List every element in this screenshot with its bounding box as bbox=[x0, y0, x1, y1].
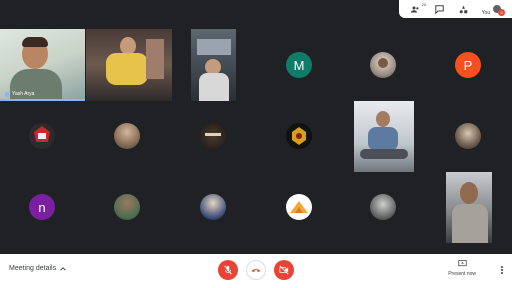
meet-call-screen: 20 You 5 Yash Arya M P n Meeting details… bbox=[0, 0, 512, 288]
participant-shirt bbox=[106, 53, 148, 85]
participant-photo-5[interactable] bbox=[370, 52, 396, 78]
video-tile-participant-11[interactable] bbox=[354, 101, 414, 172]
crest-logo-icon bbox=[292, 127, 306, 145]
video-tile-yash-arya[interactable]: Yash Arya bbox=[0, 29, 85, 101]
more-vert-icon bbox=[501, 266, 503, 268]
participant-photo-7[interactable] bbox=[29, 123, 55, 149]
participant-name: Yash Arya bbox=[12, 91, 35, 97]
notification-badge: 5 bbox=[498, 9, 506, 16]
chat-icon bbox=[435, 4, 444, 14]
present-now-label: Present now bbox=[448, 271, 476, 277]
participant-shirt bbox=[199, 73, 229, 101]
active-speaker-indicator bbox=[0, 99, 85, 101]
activities-button[interactable] bbox=[455, 2, 473, 16]
participant-avatar-m[interactable]: M bbox=[286, 52, 312, 78]
participant-avatar-p[interactable]: P bbox=[455, 52, 481, 78]
avatar-letter: M bbox=[293, 57, 305, 73]
bottom-control-bar: Meeting details Present now bbox=[0, 254, 512, 288]
hang-up-icon bbox=[251, 268, 261, 273]
participant-photo-14[interactable] bbox=[114, 194, 140, 220]
participant-legs bbox=[360, 149, 408, 159]
participant-face bbox=[376, 111, 390, 127]
top-info-bar: 20 You 5 bbox=[399, 0, 512, 18]
microphone-toggle-button[interactable] bbox=[218, 260, 238, 280]
mic-off-icon bbox=[224, 265, 232, 275]
participant-photo-16[interactable] bbox=[286, 194, 312, 220]
people-icon bbox=[410, 6, 419, 12]
participant-avatar-n[interactable]: n bbox=[29, 194, 55, 220]
participant-photo-8[interactable] bbox=[114, 123, 140, 149]
participant-photo-10[interactable] bbox=[286, 123, 312, 149]
present-now-button[interactable]: Present now bbox=[448, 259, 476, 277]
meeting-details-label: Meeting details bbox=[9, 265, 57, 272]
mountain-logo-icon bbox=[290, 201, 308, 213]
participants-button[interactable]: 20 bbox=[406, 2, 427, 16]
participant-shirt bbox=[368, 127, 398, 151]
meeting-details-button[interactable]: Meeting details bbox=[9, 265, 66, 272]
chat-button[interactable] bbox=[430, 2, 448, 16]
you-label: You bbox=[481, 9, 491, 16]
avatar-letter: n bbox=[38, 199, 46, 215]
background-object bbox=[146, 39, 164, 79]
participant-name-tag: Yash Arya bbox=[5, 91, 34, 97]
participant-shirt bbox=[452, 204, 488, 243]
chevron-up-icon bbox=[60, 266, 66, 271]
video-tile-participant-3[interactable] bbox=[191, 29, 236, 101]
participant-photo-15[interactable] bbox=[200, 194, 226, 220]
video-tile-participant-2[interactable] bbox=[86, 29, 172, 101]
video-tile-participant-18[interactable] bbox=[446, 172, 492, 243]
participant-face bbox=[460, 182, 478, 204]
background-object bbox=[197, 39, 231, 55]
more-options-button[interactable] bbox=[501, 266, 503, 274]
more-vert-dot bbox=[501, 272, 503, 274]
participant-photo-12[interactable] bbox=[455, 123, 481, 149]
participant-hair bbox=[22, 37, 48, 47]
camera-toggle-button[interactable] bbox=[274, 260, 294, 280]
speaking-mic-icon bbox=[5, 91, 9, 97]
participants-count: 20 bbox=[421, 2, 427, 7]
activities-icon bbox=[459, 5, 468, 13]
avatar-letter: P bbox=[463, 57, 473, 73]
participant-face bbox=[378, 58, 388, 68]
leave-call-button[interactable] bbox=[246, 260, 266, 280]
participant-photo-9[interactable] bbox=[200, 123, 226, 149]
participant-photo-17[interactable] bbox=[370, 194, 396, 220]
avatar: 5 bbox=[492, 4, 506, 16]
logo-text-mark bbox=[205, 133, 221, 136]
more-vert-dot bbox=[501, 269, 503, 271]
camera-off-icon bbox=[279, 265, 289, 275]
gaming-logo-icon bbox=[34, 126, 50, 142]
present-screen-icon bbox=[457, 260, 467, 267]
self-account[interactable]: You 5 bbox=[479, 2, 506, 16]
